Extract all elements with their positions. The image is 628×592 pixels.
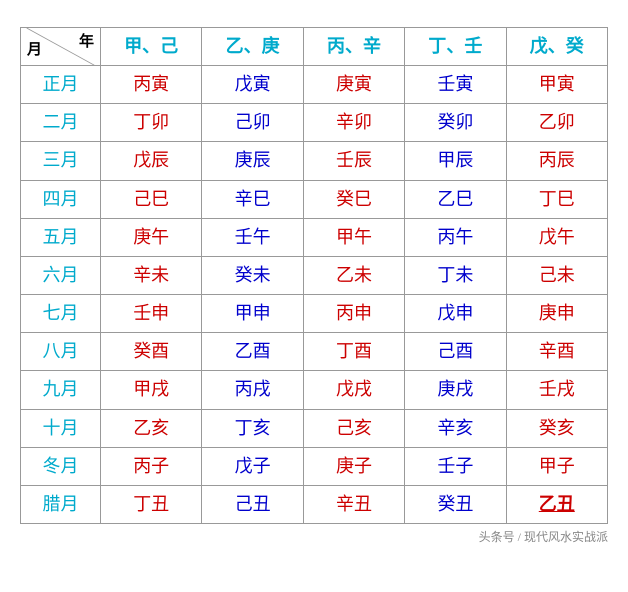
data-cell: 辛亥 [405, 409, 506, 447]
data-cell: 辛未 [101, 256, 202, 294]
data-cell: 壬寅 [405, 65, 506, 103]
table-row: 五月庚午壬午甲午丙午戊午 [21, 218, 608, 256]
data-cell: 癸未 [202, 256, 303, 294]
watermark: 头条号 / 现代风水实战派 [20, 528, 608, 545]
data-cell: 丁丑 [101, 486, 202, 524]
month-cell: 七月 [21, 295, 101, 333]
col-header-1: 甲、己 [101, 27, 202, 65]
data-cell: 乙巳 [405, 180, 506, 218]
data-cell: 庚午 [101, 218, 202, 256]
data-cell: 己未 [506, 256, 607, 294]
data-cell: 丁未 [405, 256, 506, 294]
col-header-2: 乙、庚 [202, 27, 303, 65]
month-cell: 六月 [21, 256, 101, 294]
table-row: 腊月丁丑己丑辛丑癸丑乙丑 [21, 486, 608, 524]
table-row: 三月戊辰庚辰壬辰甲辰丙辰 [21, 142, 608, 180]
month-cell: 腊月 [21, 486, 101, 524]
month-cell: 冬月 [21, 447, 101, 485]
data-cell: 壬戌 [506, 371, 607, 409]
table-row: 十月乙亥丁亥己亥辛亥癸亥 [21, 409, 608, 447]
data-cell: 甲辰 [405, 142, 506, 180]
table-row: 七月壬申甲申丙申戊申庚申 [21, 295, 608, 333]
data-cell: 甲戌 [101, 371, 202, 409]
data-cell: 戊寅 [202, 65, 303, 103]
data-cell: 庚寅 [303, 65, 404, 103]
data-cell: 辛酉 [506, 333, 607, 371]
data-cell: 甲申 [202, 295, 303, 333]
data-cell: 丙戌 [202, 371, 303, 409]
corner-cell: 年 月 [21, 27, 101, 65]
data-cell: 丙辰 [506, 142, 607, 180]
data-cell: 己亥 [303, 409, 404, 447]
data-cell: 戊子 [202, 447, 303, 485]
data-cell: 丁巳 [506, 180, 607, 218]
data-cell: 丁酉 [303, 333, 404, 371]
data-cell: 乙未 [303, 256, 404, 294]
data-cell: 癸酉 [101, 333, 202, 371]
data-cell: 戊辰 [101, 142, 202, 180]
table-row: 二月丁卯己卯辛卯癸卯乙卯 [21, 104, 608, 142]
col-header-5: 戊、癸 [506, 27, 607, 65]
header-row: 年 月 甲、己 乙、庚 丙、辛 丁、壬 戊、癸 [21, 27, 608, 65]
data-cell: 癸巳 [303, 180, 404, 218]
data-cell: 庚戌 [405, 371, 506, 409]
col-header-3: 丙、辛 [303, 27, 404, 65]
data-cell: 辛卯 [303, 104, 404, 142]
table-row: 正月丙寅戊寅庚寅壬寅甲寅 [21, 65, 608, 103]
month-label: 月 [27, 40, 42, 61]
data-cell: 戊午 [506, 218, 607, 256]
table-row: 八月癸酉乙酉丁酉己酉辛酉 [21, 333, 608, 371]
data-cell: 丙寅 [101, 65, 202, 103]
month-cell: 四月 [21, 180, 101, 218]
month-cell: 十月 [21, 409, 101, 447]
data-cell: 癸亥 [506, 409, 607, 447]
data-cell: 己酉 [405, 333, 506, 371]
data-cell: 庚辰 [202, 142, 303, 180]
data-cell: 庚申 [506, 295, 607, 333]
data-cell: 庚子 [303, 447, 404, 485]
data-cell: 丙午 [405, 218, 506, 256]
data-cell: 壬申 [101, 295, 202, 333]
data-cell: 丙申 [303, 295, 404, 333]
table-body: 正月丙寅戊寅庚寅壬寅甲寅二月丁卯己卯辛卯癸卯乙卯三月戊辰庚辰壬辰甲辰丙辰四月己巳… [21, 65, 608, 523]
data-cell: 乙酉 [202, 333, 303, 371]
data-cell: 丁亥 [202, 409, 303, 447]
month-cell: 二月 [21, 104, 101, 142]
month-cell: 正月 [21, 65, 101, 103]
data-cell: 戊戌 [303, 371, 404, 409]
data-cell: 戊申 [405, 295, 506, 333]
data-cell: 甲子 [506, 447, 607, 485]
table-row: 九月甲戌丙戌戊戌庚戌壬戌 [21, 371, 608, 409]
year-label: 年 [79, 32, 94, 53]
data-cell: 壬子 [405, 447, 506, 485]
table-wrapper: 年 月 甲、己 乙、庚 丙、辛 丁、壬 戊、癸 正月丙寅戊寅庚寅壬寅甲寅二月丁卯… [0, 17, 628, 575]
data-cell: 甲寅 [506, 65, 607, 103]
month-cell: 九月 [21, 371, 101, 409]
col-header-4: 丁、壬 [405, 27, 506, 65]
data-cell: 甲午 [303, 218, 404, 256]
data-cell: 己丑 [202, 486, 303, 524]
data-cell: 辛丑 [303, 486, 404, 524]
table-row: 六月辛未癸未乙未丁未己未 [21, 256, 608, 294]
data-cell: 壬辰 [303, 142, 404, 180]
month-cell: 八月 [21, 333, 101, 371]
data-cell: 辛巳 [202, 180, 303, 218]
data-cell: 丙子 [101, 447, 202, 485]
data-cell: 己巳 [101, 180, 202, 218]
data-cell: 丁卯 [101, 104, 202, 142]
data-cell: 乙卯 [506, 104, 607, 142]
table-row: 四月己巳辛巳癸巳乙巳丁巳 [21, 180, 608, 218]
data-cell: 癸丑 [405, 486, 506, 524]
data-cell: 癸卯 [405, 104, 506, 142]
data-cell: 乙丑 [506, 486, 607, 524]
month-cell: 五月 [21, 218, 101, 256]
data-cell: 己卯 [202, 104, 303, 142]
main-table: 年 月 甲、己 乙、庚 丙、辛 丁、壬 戊、癸 正月丙寅戊寅庚寅壬寅甲寅二月丁卯… [20, 27, 608, 524]
month-cell: 三月 [21, 142, 101, 180]
data-cell: 乙亥 [101, 409, 202, 447]
table-row: 冬月丙子戊子庚子壬子甲子 [21, 447, 608, 485]
data-cell: 壬午 [202, 218, 303, 256]
